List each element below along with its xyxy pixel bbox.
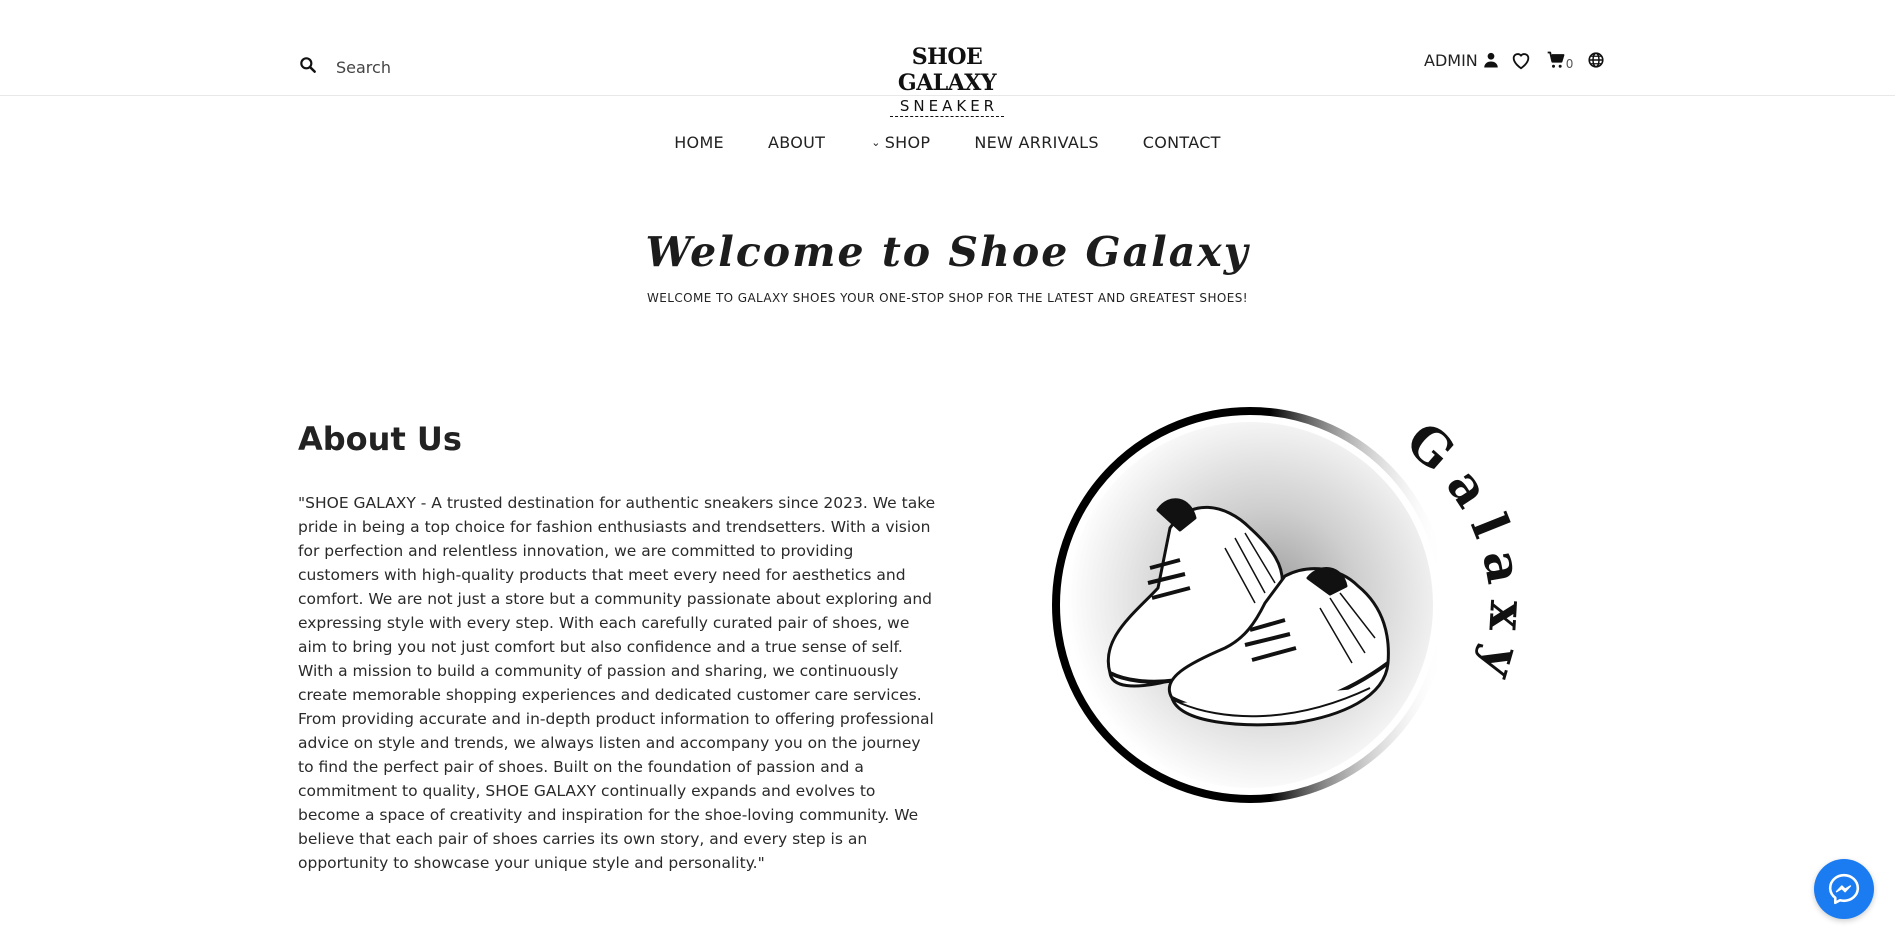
galaxy-shoes-illustration: Galaxy	[1040, 398, 1524, 818]
cart-icon[interactable]	[1546, 50, 1566, 70]
heart-icon[interactable]	[1510, 49, 1532, 71]
nav-item-label: ABOUT	[767, 133, 826, 152]
messenger-chat-button[interactable]	[1814, 859, 1874, 919]
hero-subtitle: WELCOME TO GALAXY SHOES YOUR ONE-STOP SH…	[647, 291, 1248, 305]
nav-item-new-arrivals[interactable]: NEW ARRIVALS	[974, 133, 1098, 152]
nav-item-label: NEW ARRIVALS	[974, 133, 1099, 152]
cart-count-badge: 0	[1565, 57, 1574, 71]
site-logo[interactable]: SHOE GALAXY SNEAKER	[866, 44, 1028, 117]
search-input[interactable]	[336, 57, 556, 77]
admin-link[interactable]: ADMIN	[1424, 51, 1478, 70]
about-body: "SHOE GALAXY - A trusted destination for…	[298, 494, 936, 872]
user-icon[interactable]	[1482, 51, 1500, 69]
site-header: SHOE GALAXY SNEAKER ADMIN 0	[0, 0, 1895, 117]
nav-item-label: CONTACT	[1142, 133, 1221, 152]
logo-title: SHOE GALAXY	[897, 44, 997, 96]
about-title: About Us	[298, 420, 462, 458]
nav-item-shop[interactable]: ⌄ SHOP	[871, 133, 930, 152]
globe-icon[interactable]	[1587, 51, 1605, 69]
logo-subtitle: SNEAKER	[889, 97, 1005, 117]
nav-item-label: SHOP	[884, 133, 931, 152]
search-icon[interactable]	[298, 55, 318, 79]
header-actions: ADMIN 0	[1424, 48, 1605, 72]
chevron-down-icon: ⌄	[871, 136, 881, 149]
messenger-icon	[1828, 873, 1860, 905]
nav-item-home[interactable]: HOME	[674, 133, 724, 152]
hero-title: Welcome to Shoe Galaxy	[645, 228, 1250, 276]
nav-item-about[interactable]: ABOUT	[768, 133, 825, 152]
nav-item-label: HOME	[674, 133, 724, 152]
main-nav: HOME ABOUT ⌄ SHOP NEW ARRIVALS CONTACT	[0, 133, 1895, 152]
search-bar	[298, 55, 556, 79]
nav-item-contact[interactable]: CONTACT	[1143, 133, 1221, 152]
